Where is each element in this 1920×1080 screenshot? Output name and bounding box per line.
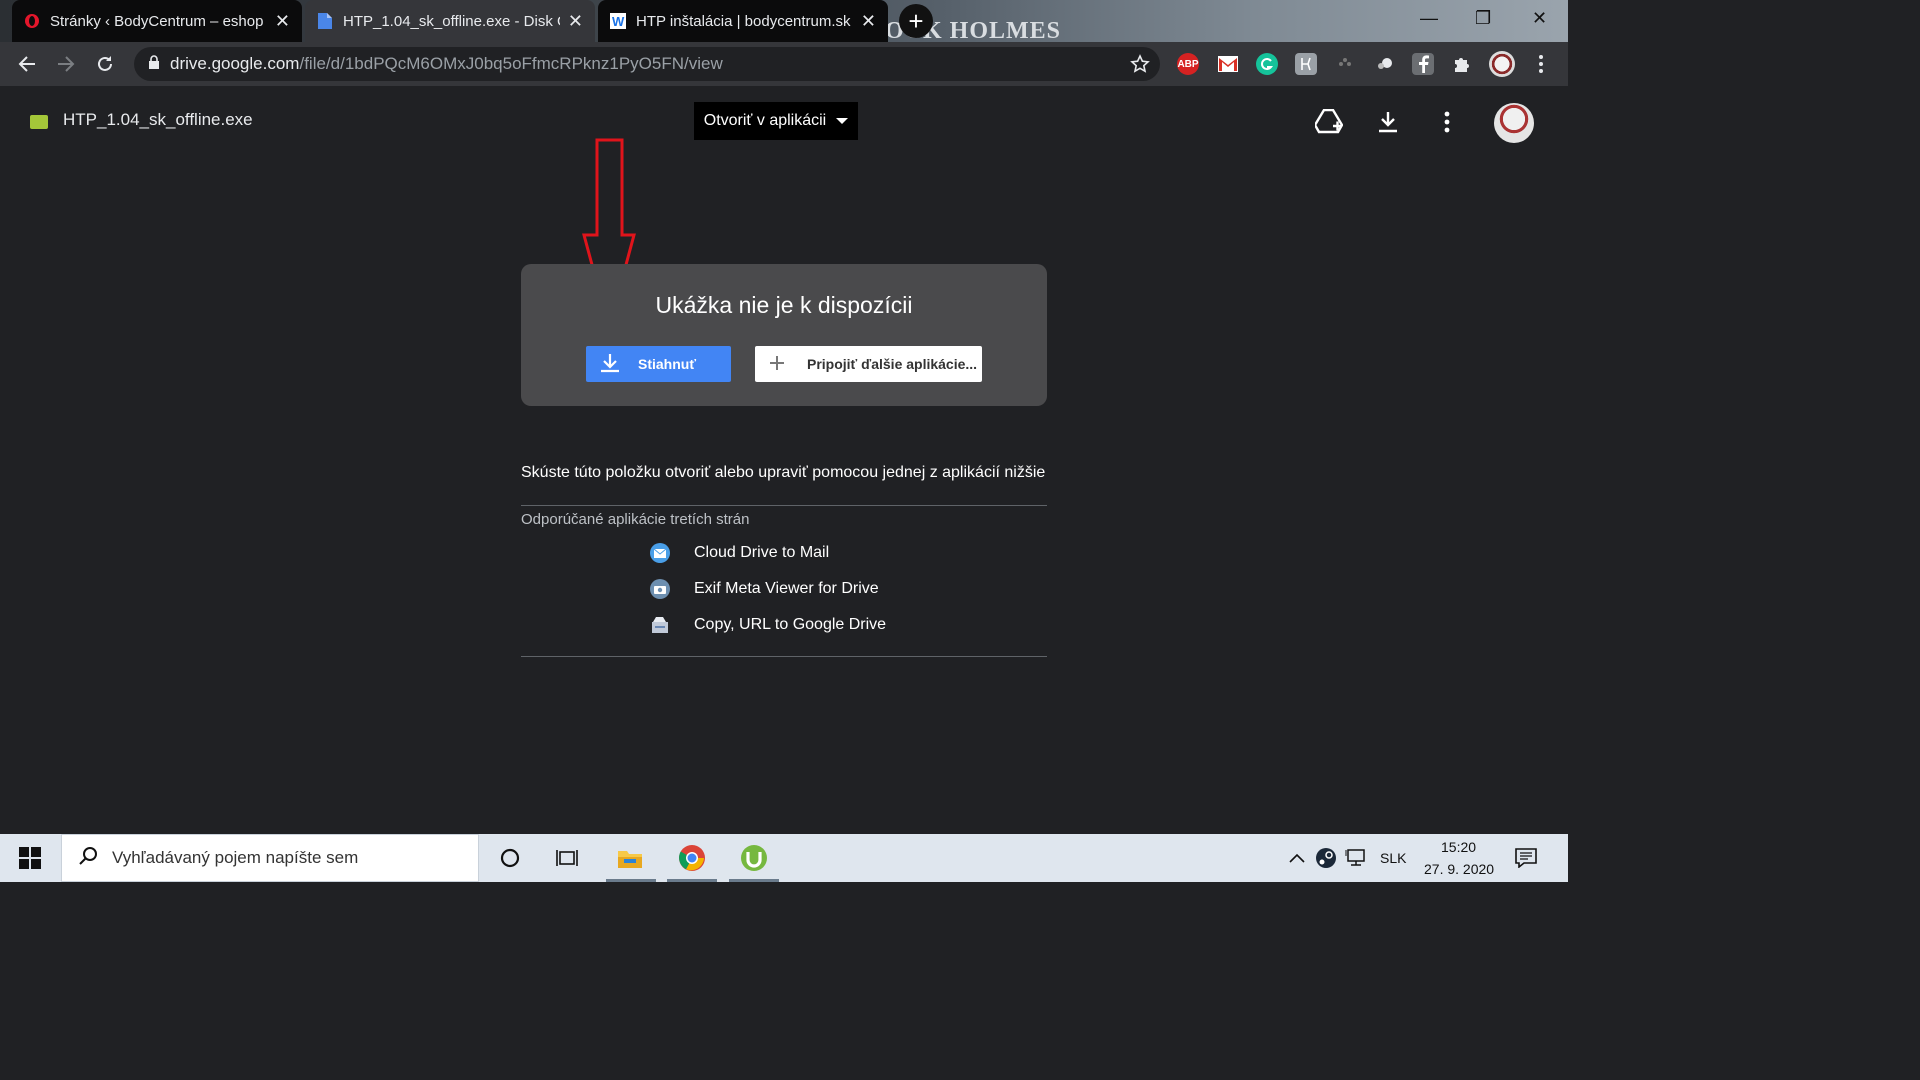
add-to-drive-icon[interactable]	[1315, 108, 1343, 136]
clock-date[interactable]: 27. 9. 2020	[1424, 861, 1494, 877]
windows-taskbar: Vyhľadávaný pojem napíšte sem SLK 15:20 …	[0, 834, 1568, 882]
extension-icon[interactable]	[1295, 53, 1317, 75]
site-icon: W	[610, 13, 626, 29]
gmail-icon[interactable]	[1217, 53, 1239, 75]
download-button[interactable]: Stiahnuť	[586, 346, 731, 382]
tab-strip: OCK HOLMES Stránky ‹ BodyCentrum – eshop…	[0, 0, 1568, 44]
connect-more-apps-button[interactable]: Pripojiť ďalšie aplikácie...	[755, 346, 982, 382]
download-icon[interactable]	[1374, 108, 1402, 136]
restore-button[interactable]: ❐	[1475, 8, 1491, 29]
back-icon[interactable]	[15, 52, 39, 76]
task-view-icon[interactable]	[552, 842, 584, 874]
utorrent-icon[interactable]	[738, 842, 770, 874]
chevron-down-icon	[836, 112, 849, 130]
account-avatar[interactable]	[1494, 103, 1534, 143]
file-name: HTP_1.04_sk_offline.exe	[63, 110, 253, 129]
adblock-plus-icon[interactable]: ABP	[1177, 53, 1199, 75]
grammarly-icon[interactable]	[1256, 53, 1278, 75]
app-item-copy-url-to-drive[interactable]: Copy, URL to Google Drive	[650, 615, 886, 635]
extensions-puzzle-icon[interactable]	[1451, 53, 1473, 75]
reload-icon[interactable]	[93, 52, 117, 76]
browser-toolbar: drive.google.com/file/d/1bdPQcM6OMxJ0bq5…	[0, 42, 1568, 86]
close-window-button[interactable]: ✕	[1532, 8, 1547, 29]
plus-icon	[769, 355, 785, 374]
preview-title: Ukážka nie je k dispozícii	[655, 292, 913, 318]
app-running-indicator	[606, 879, 656, 882]
close-tab-icon[interactable]: ✕	[568, 11, 583, 32]
download-icon	[600, 353, 620, 376]
facebook-icon[interactable]	[1412, 53, 1434, 75]
chrome-menu-icon[interactable]	[1530, 53, 1552, 75]
steam-icon[interactable]	[1310, 842, 1342, 874]
connect-label: Pripojiť ďalšie aplikácie...	[807, 356, 978, 372]
input-language[interactable]: SLK	[1380, 850, 1406, 866]
lock-icon	[148, 54, 160, 74]
app-running-indicator	[667, 879, 717, 882]
dotted-extension-icon[interactable]	[1334, 53, 1356, 75]
open-with-label: Otvoriť v aplikácii	[703, 112, 827, 129]
chrome-icon[interactable]	[676, 842, 708, 874]
third-party-apps-heading: Odporúčané aplikácie tretích strán	[521, 511, 750, 528]
tab-bodycentrum-eshop[interactable]: Stránky ‹ BodyCentrum – eshop – ✕	[12, 0, 302, 42]
url-host: drive.google.com	[170, 54, 300, 73]
profile-avatar[interactable]	[1489, 51, 1515, 77]
tab-title: Stránky ‹ BodyCentrum – eshop –	[50, 12, 267, 30]
windows-start-icon[interactable]	[14, 842, 46, 874]
file-type-icon	[30, 115, 48, 129]
show-hidden-icons-chevron-up-icon[interactable]	[1281, 842, 1313, 874]
minimize-button[interactable]: —	[1420, 8, 1438, 29]
drive-copy-icon	[650, 615, 670, 635]
puzzle-pieces-icon[interactable]	[1374, 53, 1396, 75]
svg-text:W: W	[612, 14, 625, 29]
app-label: Copy, URL to Google Drive	[694, 616, 887, 633]
forward-icon[interactable]	[54, 52, 78, 76]
star-icon[interactable]	[1130, 54, 1150, 79]
opera-icon	[24, 13, 40, 29]
file-icon	[317, 13, 333, 29]
close-tab-icon[interactable]: ✕	[861, 11, 876, 32]
cortana-icon[interactable]	[494, 842, 526, 874]
app-label: Cloud Drive to Mail	[694, 544, 830, 561]
download-label: Stiahnuť	[638, 356, 697, 372]
network-icon[interactable]	[1340, 842, 1372, 874]
app-label: Exif Meta Viewer for Drive	[694, 580, 879, 597]
search-icon	[78, 846, 98, 871]
divider	[521, 656, 1047, 657]
file-explorer-icon[interactable]	[614, 842, 646, 874]
url-text: drive.google.com/file/d/1bdPQcM6OMxJ0bq5…	[170, 54, 723, 74]
more-options-icon[interactable]	[1433, 108, 1461, 136]
drive-viewer-header: HTP_1.04_sk_offline.exe Otvoriť v apliká…	[0, 86, 1568, 156]
search-placeholder: Vyhľadávaný pojem napíšte sem	[112, 848, 359, 867]
tab-htp-installation[interactable]: W HTP inštalácia | bodycentrum.sk ✕	[598, 0, 888, 42]
clock-time[interactable]: 15:20	[1441, 839, 1476, 855]
tab-title: HTP inštalácia | bodycentrum.sk	[636, 12, 851, 30]
camera-icon	[650, 579, 670, 599]
taskbar-search-input[interactable]: Vyhľadávaný pojem napíšte sem	[61, 834, 479, 882]
mail-icon	[650, 543, 670, 563]
close-tab-icon[interactable]: ✕	[275, 11, 290, 32]
open-with-hint: Skúste túto položku otvoriť alebo upravi…	[521, 464, 1046, 481]
action-center-icon[interactable]	[1510, 842, 1542, 874]
address-bar[interactable]: drive.google.com/file/d/1bdPQcM6OMxJ0bq5…	[134, 47, 1160, 81]
app-item-exif-meta-viewer[interactable]: Exif Meta Viewer for Drive	[650, 579, 879, 599]
preview-unavailable-card: Ukážka nie je k dispozícii Stiahnuť Prip…	[521, 264, 1047, 406]
tab-title: HTP_1.04_sk_offline.exe - Disk Go	[343, 12, 560, 30]
app-item-cloud-drive-to-mail[interactable]: Cloud Drive to Mail	[650, 543, 829, 563]
tab-drive-file[interactable]: HTP_1.04_sk_offline.exe - Disk Go ✕	[305, 0, 595, 42]
app-running-indicator	[729, 879, 779, 882]
open-with-button[interactable]: Otvoriť v aplikácii	[694, 102, 858, 140]
new-tab-button[interactable]: +	[899, 4, 933, 38]
divider	[521, 505, 1047, 506]
url-path: /file/d/1bdPQcM6OMxJ0bq5oFfmcRPknz1PyO5F…	[299, 54, 723, 73]
